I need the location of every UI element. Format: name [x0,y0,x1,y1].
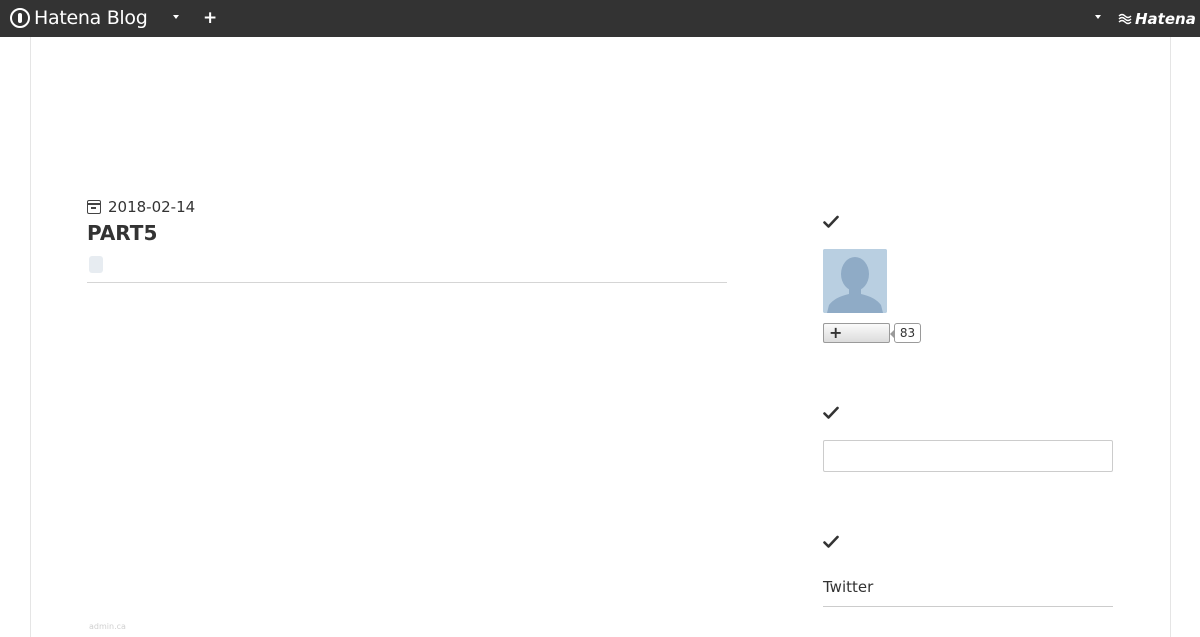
entry-date-text: 2018-02-14 [108,198,196,216]
hatena-blog-logo-icon [10,8,30,28]
hatena-wave-icon [1118,13,1132,25]
follow-button[interactable]: + [823,323,890,343]
user-silhouette-icon [823,249,887,313]
page-frame [30,37,1171,637]
user-menu-chevron-down-icon[interactable] [1095,15,1101,19]
twitter-link[interactable]: Twitter [823,578,873,596]
search-input[interactable] [823,440,1113,472]
hatena-brand-text: Hatena [1135,10,1196,28]
sidebar-divider [823,606,1113,607]
blog-menu-chevron-down-icon[interactable] [173,15,179,19]
top-bar: Hatena Blog + Hatena [0,0,1200,37]
brand-text: Hatena Blog [34,7,148,29]
hatena-blog-logo[interactable]: Hatena Blog [10,7,148,29]
module-check-icon [823,406,839,419]
category-tag[interactable] [89,256,103,273]
module-check-icon [823,215,839,228]
plus-icon: + [829,323,843,342]
entry-date[interactable]: 2018-02-14 [87,197,195,217]
hatena-logo[interactable]: Hatena [1118,9,1196,29]
module-check-icon [823,535,839,548]
entry-divider [87,282,727,283]
entry-title[interactable]: PART5 [87,221,157,245]
follower-count[interactable]: 83 [890,323,921,343]
new-post-plus-icon[interactable]: + [203,10,217,27]
calendar-icon [87,200,101,214]
avatar[interactable] [823,249,887,313]
